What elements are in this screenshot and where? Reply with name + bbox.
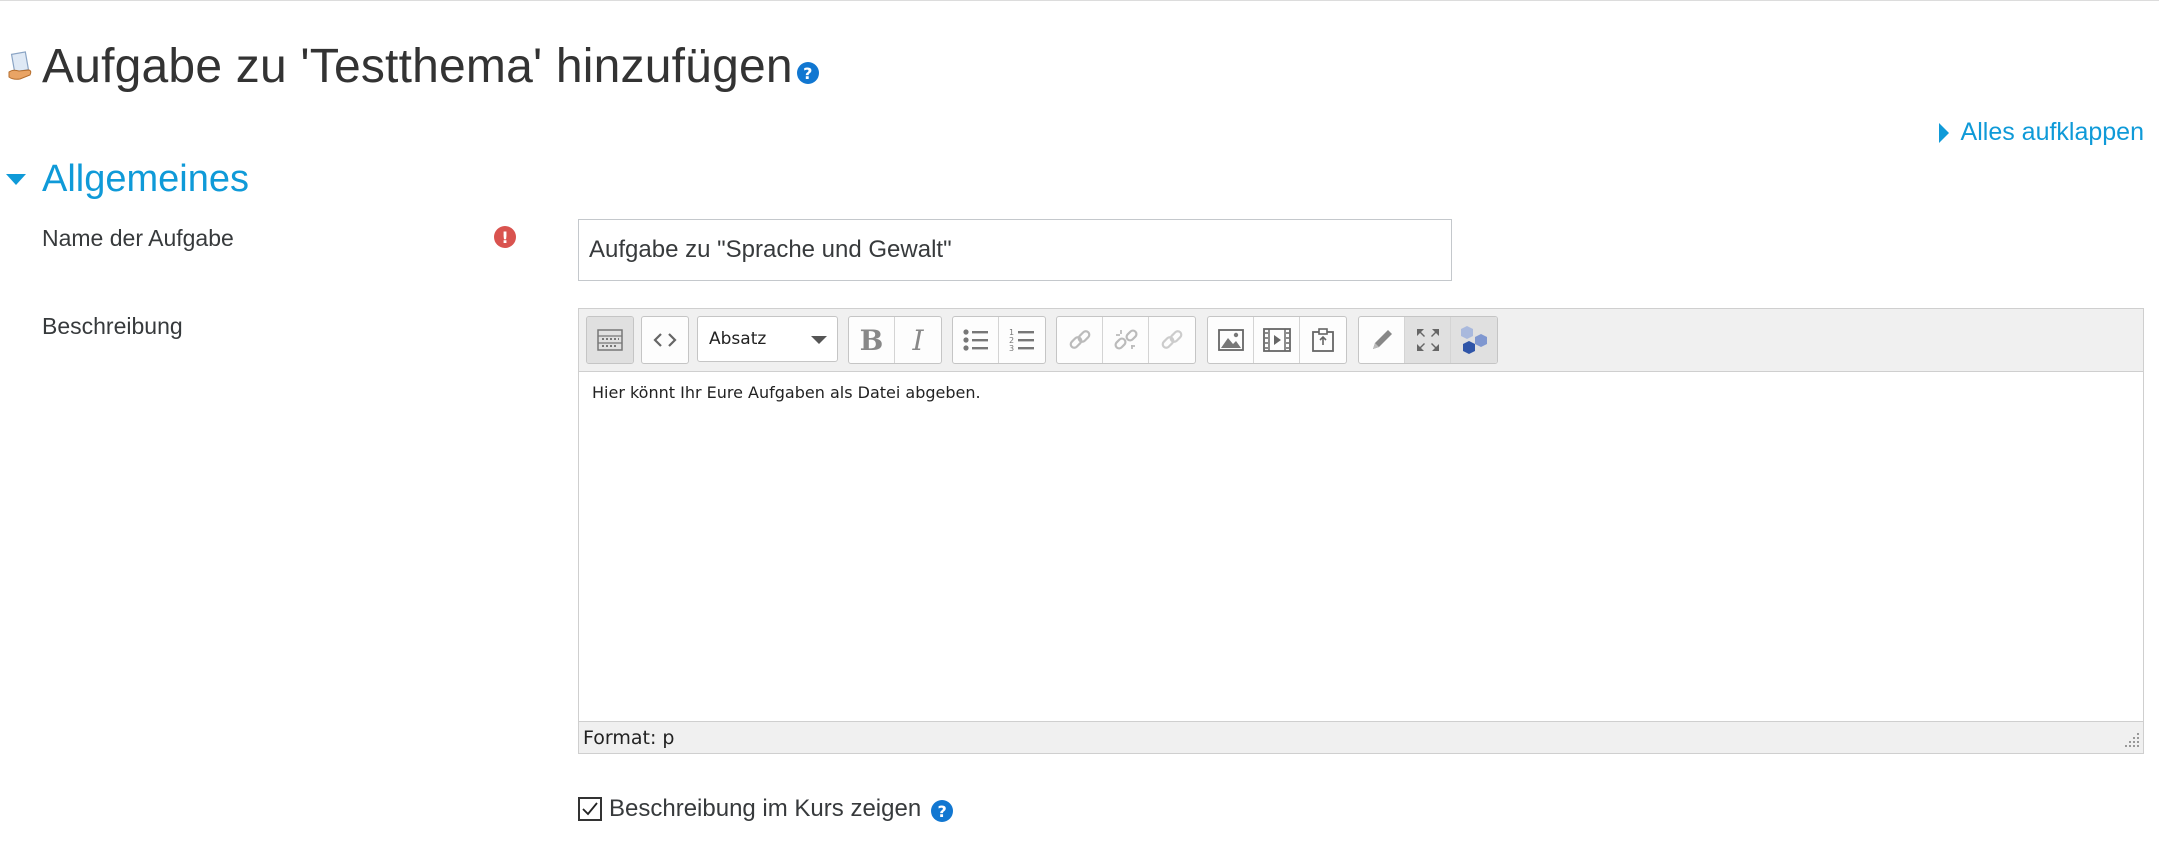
- paragraph-style-select[interactable]: Absatz: [697, 316, 838, 362]
- page-heading: Aufgabe zu 'Testthema' hinzufügen ?: [0, 36, 819, 96]
- toolbar-toggle-icon[interactable]: [587, 317, 633, 363]
- toolbar-group-style: B I: [848, 316, 942, 364]
- show-description-checkbox[interactable]: [578, 797, 602, 821]
- assignment-name-input[interactable]: [578, 219, 1452, 281]
- bold-icon[interactable]: B: [849, 317, 895, 363]
- unlink-icon[interactable]: [1103, 317, 1149, 363]
- media-icon[interactable]: [1254, 317, 1300, 363]
- paragraph-style-value: Absatz: [709, 329, 767, 349]
- fullscreen-icon[interactable]: [1405, 317, 1451, 363]
- section-toggle-general[interactable]: Allgemeines: [6, 158, 249, 201]
- editor-statusbar: Format: p: [579, 721, 2143, 753]
- description-label: Beschreibung: [42, 313, 183, 339]
- pencil-icon[interactable]: [1359, 317, 1405, 363]
- manage-files-icon[interactable]: [1300, 317, 1346, 363]
- toolbar-group-lists: 1 2 3: [952, 316, 1046, 364]
- italic-icon[interactable]: I: [895, 317, 941, 363]
- page-title: Aufgabe zu 'Testthema' hinzufügen: [42, 39, 793, 93]
- unordered-list-icon[interactable]: [953, 317, 999, 363]
- h5p-icon[interactable]: [1451, 317, 1497, 363]
- toolbar-group-toggle: [586, 316, 634, 364]
- caret-right-icon: [1938, 122, 1949, 143]
- caret-down-icon: [6, 174, 26, 185]
- toolbar-group-extras: [1358, 316, 1498, 364]
- expand-all-label: Alles aufklappen: [1960, 118, 2144, 146]
- show-description-row: Beschreibung im Kurs zeigen ?: [578, 795, 954, 823]
- show-description-label: Beschreibung im Kurs zeigen: [609, 795, 922, 822]
- top-divider: [0, 0, 2159, 1]
- anchor-icon[interactable]: [1149, 317, 1195, 363]
- toolbar-group-html: [641, 316, 689, 364]
- section-title: Allgemeines: [42, 158, 249, 200]
- toolbar-group-links: [1056, 316, 1196, 364]
- expand-all-link[interactable]: Alles aufklappen: [1938, 118, 2144, 147]
- link-icon[interactable]: [1057, 317, 1103, 363]
- image-icon[interactable]: [1208, 317, 1254, 363]
- ordered-list-icon[interactable]: 1 2 3: [999, 317, 1045, 363]
- html-source-icon[interactable]: [642, 317, 688, 363]
- help-icon[interactable]: ?: [931, 800, 954, 822]
- editor-content[interactable]: Hier könnt Ihr Eure Aufgaben als Datei a…: [579, 371, 2143, 721]
- required-icon: !: [494, 226, 516, 248]
- name-label: Name der Aufgabe: [42, 225, 234, 251]
- chevron-down-icon: [811, 336, 827, 344]
- resize-handle-icon[interactable]: [2119, 729, 2141, 751]
- editor-toolbar: Absatz B I 1 2 3: [579, 309, 2143, 372]
- checkmark-icon: [582, 802, 598, 816]
- assignment-icon: [0, 41, 40, 91]
- help-icon[interactable]: ?: [796, 62, 819, 84]
- format-path: Format: p: [583, 726, 675, 749]
- toolbar-group-media: [1207, 316, 1347, 364]
- svg-text:3: 3: [1009, 344, 1014, 353]
- description-editor: Absatz B I 1 2 3 Hier könnt Ihr Eure Auf…: [578, 308, 2144, 754]
